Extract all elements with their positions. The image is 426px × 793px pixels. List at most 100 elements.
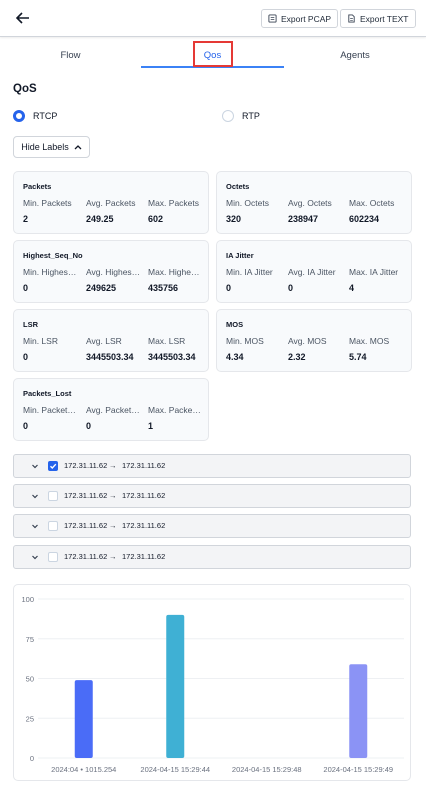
radio-rtcp-indicator [13,110,25,122]
hide-labels-button[interactable]: Hide Labels [13,136,90,158]
metric-label: Min. Packet… [23,405,76,415]
chevron-down-icon[interactable] [31,553,39,561]
export-text-label: Export TEXT [360,13,409,24]
card-title: LSR [23,320,38,329]
metric-value: 5.74 [349,352,367,362]
export-text-button[interactable]: Export TEXT [340,9,416,28]
flow-row[interactable]: 172.31.11.62 → 172.31.11.62 [13,514,411,538]
tab-agents-label: Agents [340,49,370,61]
metric-value: 3445503.34 [148,352,196,362]
flow-source-ip: 172.31.11.62 [64,461,108,470]
top-bar: Export PCAP Export TEXT [0,0,426,37]
flow-checkbox[interactable] [48,552,58,562]
metric-label: Max. Packets [148,198,200,208]
metric-value: 435756 [148,283,179,293]
y-tick-label: 75 [26,635,34,644]
metric-card-lsr: LSR Min. LSR Avg. LSR Max. LSR 0 3445503… [13,309,209,372]
metric-value: 3445503.34 [86,352,134,362]
metric-value: 1 [148,421,154,431]
arrow-right-icon: → [109,552,117,561]
hide-labels-label: Hide Labels [21,142,69,152]
radio-rtcp[interactable]: RTCP [13,110,57,122]
page-title: QoS [13,83,37,95]
checkmark-icon [50,463,57,470]
metric-value: 320 [226,214,242,224]
metric-label: Avg. Octets [288,198,332,208]
metric-label: Avg. MOS [288,336,327,346]
tab-agents[interactable]: Agents [284,42,426,68]
metric-value: 4 [349,283,355,293]
y-tick-label: 0 [30,754,34,763]
x-tick-label: 2024-04-15 15:29:49 [323,765,393,774]
chevron-up-icon [74,145,82,150]
metric-label: Min. Packets [23,198,72,208]
flow-destination-ip: 172.31.11.62 [122,491,166,500]
flow-destination-ip: 172.31.11.62 [122,521,166,530]
export-pcap-label: Export PCAP [281,13,332,24]
chevron-down-icon[interactable] [31,522,39,530]
metric-label: Max. Highe… [148,267,200,277]
radio-rtp-indicator [222,110,234,122]
metric-value: 249625 [86,283,117,293]
flow-source-ip: 172.31.11.62 [64,521,108,530]
metric-value: 4.34 [226,352,244,362]
flow-checkbox[interactable] [48,521,58,531]
metric-label: Max. LSR [148,336,186,346]
flow-row[interactable]: 172.31.11.62 → 172.31.11.62 [13,454,411,478]
arrow-right-icon: → [109,521,117,530]
metric-value: 249.25 [86,214,114,224]
radio-rtcp-label: RTCP [33,111,58,121]
metric-label: Max. IA Jitter [349,267,399,277]
qos-bar-chart: 0 25 50 75 100 2024:04 • 1015.254 2024-04-15 1… [13,584,411,781]
flow-destination-ip: 172.31.11.62 [122,552,166,561]
chevron-down-icon[interactable] [31,492,39,500]
metric-value: 0 [23,352,29,362]
y-tick-label: 25 [26,714,34,723]
bar [74,680,93,758]
x-tick-label: 2024-04-15 15:29:48 [232,765,302,774]
y-tick-label: 50 [26,675,34,684]
metric-value: 602 [148,214,164,224]
chevron-down-icon[interactable] [31,462,39,470]
metric-label: Min. LSR [23,336,58,346]
metric-value: 2 [23,214,29,224]
metric-value: 602234 [349,214,380,224]
card-title: MOS [226,320,244,329]
y-tick-label: 100 [21,595,34,604]
tab-flow-label: Flow [60,49,81,61]
flow-destination-ip: 172.31.11.62 [122,461,166,470]
metric-label: Avg. Highes… [86,267,141,277]
card-title: Packets [23,182,52,191]
document-icon [348,14,355,23]
back-button[interactable] [12,8,34,28]
metric-value: 2.32 [288,352,306,362]
flow-row[interactable]: 172.31.11.62 → 172.31.11.62 [13,545,411,569]
metric-label: Max. Octets [349,198,395,208]
metric-card-packets: Packets Min. Packets Avg. Packets Max. P… [13,171,209,234]
flow-row[interactable]: 172.31.11.62 → 172.31.11.62 [13,484,411,508]
metric-card-octets: Octets Min. Octets Avg. Octets Max. Octe… [216,171,412,234]
file-icon [268,14,277,23]
metric-label: Max. MOS [349,336,390,346]
metric-label: Max. Packe… [148,405,201,415]
flow-source-ip: 172.31.11.62 [64,491,108,500]
metric-label: Avg. Packets [86,198,136,208]
export-pcap-button[interactable]: Export PCAP [261,9,339,28]
tab-flow[interactable]: Flow [0,42,141,68]
arrow-right-icon: → [109,461,117,470]
card-title: Octets [226,182,250,191]
x-tick-label: 2024-04-15 15:29:44 [140,765,210,774]
metric-value: 238947 [288,214,319,224]
flow-checkbox[interactable] [48,461,58,471]
radio-rtp-label: RTP [242,111,260,121]
metric-card-packets-lost: Packets_Lost Min. Packet… Avg. Packet… M… [13,378,209,441]
flow-source-ip: 172.31.11.62 [64,552,108,561]
card-title: IA Jitter [226,251,254,260]
arrow-left-icon [16,12,29,24]
flow-checkbox[interactable] [48,491,58,501]
arrow-right-icon: → [109,491,117,500]
radio-rtp[interactable]: RTP [222,110,260,122]
card-title: Packets_Lost [23,389,72,398]
metric-label: Avg. IA Jitter [288,267,336,277]
bar [349,664,368,758]
